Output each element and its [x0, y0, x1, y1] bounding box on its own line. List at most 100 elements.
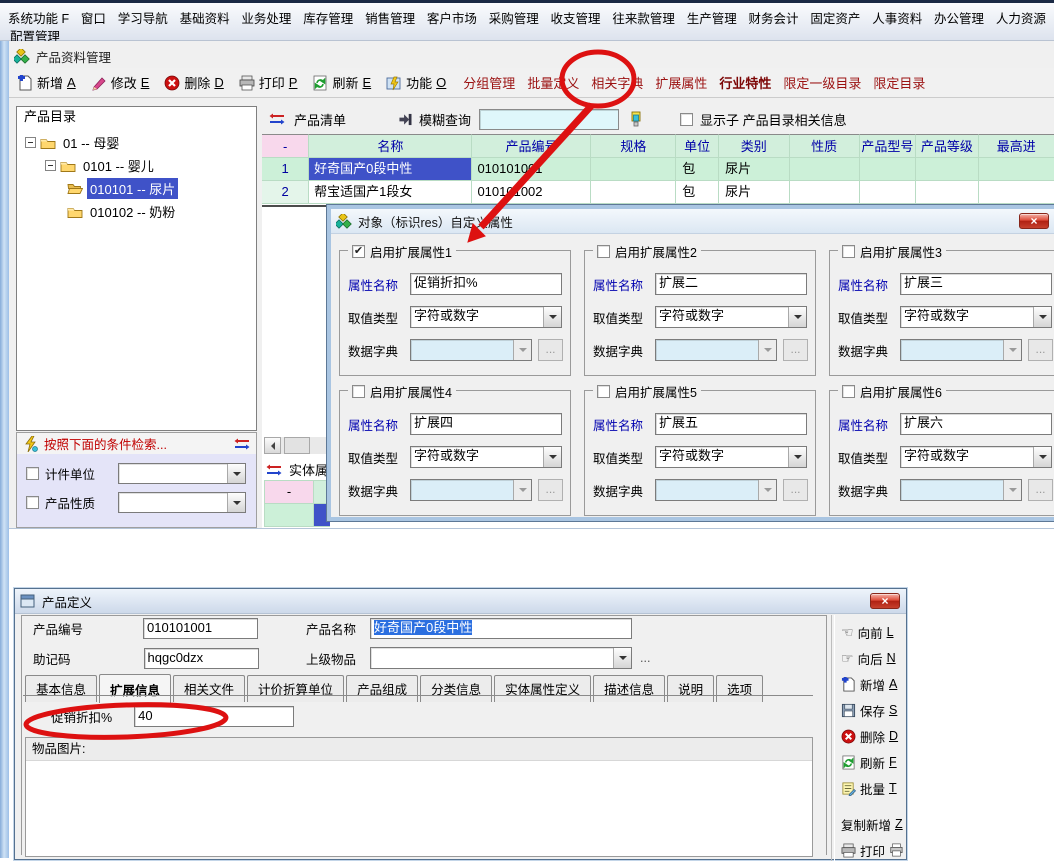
menu-item[interactable]: 采购管理 [489, 8, 539, 27]
enable-attribute-checkbox[interactable] [352, 385, 365, 398]
enable-attribute-checkbox[interactable] [842, 385, 855, 398]
cell-unit[interactable]: 包 [676, 181, 719, 204]
menu-item[interactable]: 收支管理 [551, 8, 601, 27]
cell-code[interactable]: 010101001 [472, 158, 591, 181]
show-child-checkbox[interactable] [680, 113, 693, 126]
browse-more[interactable]: ... [640, 651, 650, 665]
attr-name-input[interactable]: 扩展四 [410, 413, 562, 435]
collapse-icon[interactable] [45, 160, 56, 171]
tab[interactable]: 产品组成 [346, 675, 418, 702]
chevron-down-icon[interactable] [543, 307, 561, 327]
value-type-combobox[interactable]: 字符或数字 [410, 446, 562, 468]
edit-button[interactable]: 修改E [91, 73, 150, 92]
parent-item-combobox[interactable] [370, 647, 632, 669]
tab[interactable]: 分类信息 [420, 675, 492, 702]
filter-checkbox[interactable] [26, 496, 39, 509]
function-button[interactable]: 功能O [386, 73, 446, 92]
attr-name-input[interactable]: 扩展二 [655, 273, 807, 295]
menu-item[interactable]: 业务处理 [241, 8, 291, 27]
menu-item[interactable]: 系统功能 F [8, 8, 69, 27]
chevron-down-icon[interactable] [788, 447, 806, 467]
chevron-down-icon[interactable] [613, 648, 631, 668]
filter-combobox[interactable] [118, 463, 246, 484]
toolbar-link[interactable]: 分组管理 [463, 73, 515, 92]
enable-attribute-checkbox[interactable] [842, 245, 855, 258]
print-button[interactable]: 打印 [841, 837, 905, 863]
refresh-button[interactable]: 刷新F [841, 749, 905, 775]
cell-unit[interactable]: 包 [676, 158, 719, 181]
collapse-icon[interactable] [25, 137, 36, 148]
column-header[interactable]: 性质 [790, 134, 860, 158]
value-type-combobox[interactable]: 字符或数字 [900, 306, 1052, 328]
menu-item[interactable]: 人力资源 [996, 8, 1046, 27]
add-button[interactable]: 新增A [841, 671, 905, 697]
menu-item[interactable]: 客户市场 [427, 8, 477, 27]
tab[interactable]: 基本信息 [25, 675, 97, 702]
column-header[interactable]: 名称 [309, 134, 472, 158]
save-button[interactable]: 保存S [841, 697, 905, 723]
chevron-down-icon[interactable] [543, 447, 561, 467]
enable-attribute-checkbox[interactable] [597, 245, 610, 258]
cell-spec[interactable] [591, 181, 676, 204]
refresh-button[interactable]: 刷新E [312, 73, 371, 92]
tab[interactable]: 说明 [667, 675, 714, 702]
filter-checkbox[interactable] [26, 467, 39, 480]
fuzzy-query-input[interactable] [479, 109, 619, 130]
search-condition-header[interactable]: 按照下面的条件检索... [16, 432, 257, 455]
enable-attribute-checkbox[interactable] [597, 385, 610, 398]
column-header[interactable]: 最高进 [979, 134, 1054, 158]
menu-item[interactable]: 窗口 [81, 8, 106, 27]
filter-combobox[interactable] [118, 492, 246, 513]
column-header[interactable]: - [262, 134, 309, 158]
cell-model[interactable] [860, 158, 917, 181]
attr-name-input[interactable]: 扩展六 [900, 413, 1052, 435]
chevron-down-icon[interactable] [1033, 447, 1051, 467]
tab[interactable]: 相关文件 [173, 675, 245, 702]
value-type-combobox[interactable]: 字符或数字 [655, 446, 807, 468]
close-icon[interactable]: × [870, 593, 900, 609]
tree-item-0101[interactable]: 0101 -- 婴儿 [17, 154, 256, 177]
column-header[interactable]: 产品等级 [916, 134, 978, 158]
swap-arrows-icon[interactable] [269, 113, 285, 125]
cell-grade[interactable] [916, 158, 978, 181]
cell-name[interactable]: 帮宝适国产1段女 [309, 181, 472, 204]
cell-name-selected[interactable]: 好奇国产0段中性 [309, 158, 472, 181]
close-icon[interactable]: × [1019, 213, 1049, 229]
tab[interactable]: 选项 [716, 675, 763, 702]
tree-item-010101[interactable]: 010101 -- 尿片 [17, 177, 256, 200]
tab[interactable]: 实体属性定义 [494, 675, 591, 702]
toolbar-link[interactable]: 限定目录 [873, 73, 925, 92]
menu-item[interactable]: 基础资料 [180, 8, 230, 27]
cell-category[interactable]: 尿片 [719, 181, 790, 204]
cell-max[interactable] [979, 181, 1054, 204]
tab[interactable]: 计价折算单位 [247, 675, 344, 702]
menu-item[interactable]: 财务会计 [749, 8, 799, 27]
attr-name-input[interactable]: 扩展三 [900, 273, 1052, 295]
cell-max[interactable] [979, 158, 1054, 181]
toolbar-link[interactable]: 限定一级目录 [783, 73, 861, 92]
value-type-combobox[interactable]: 字符或数字 [655, 306, 807, 328]
toolbar-link[interactable]: 相关字典 [591, 73, 643, 92]
column-header[interactable]: 类别 [719, 134, 790, 158]
lamp-icon[interactable] [628, 111, 644, 127]
menu-item[interactable]: 学习导航 [118, 8, 168, 27]
menu-item[interactable]: 人事资料 [872, 8, 922, 27]
previous-button[interactable]: ☜ 向前L [841, 619, 905, 645]
scrollbar-thumb[interactable] [284, 437, 310, 454]
tree-item-010102[interactable]: 010102 -- 奶粉 [17, 200, 256, 223]
horizontal-scrollbar[interactable] [264, 437, 330, 454]
toolbar-link[interactable]: 扩展属性 [655, 73, 707, 92]
add-button[interactable]: 新增A [17, 73, 76, 92]
table-row[interactable]: 1 好奇国产0段中性 010101001 包 尿片 [262, 158, 1054, 181]
menu-item[interactable]: 销售管理 [365, 8, 415, 27]
cell-code[interactable]: 010101002 [472, 181, 591, 204]
chevron-down-icon[interactable] [1033, 307, 1051, 327]
tree-item-01[interactable]: 01 -- 母婴 [17, 131, 256, 154]
cell-grade[interactable] [916, 181, 978, 204]
copy-add-button[interactable]: 复制新增Z [841, 811, 905, 837]
enable-attribute-checkbox[interactable]: ✔ [352, 245, 365, 258]
toolbar-link[interactable]: 行业特性 [719, 73, 771, 92]
product-name-input[interactable]: 好奇国产0段中性 [370, 618, 632, 639]
batch-button[interactable]: 批量T [841, 775, 905, 801]
product-code-input[interactable]: 010101001 [143, 618, 258, 639]
